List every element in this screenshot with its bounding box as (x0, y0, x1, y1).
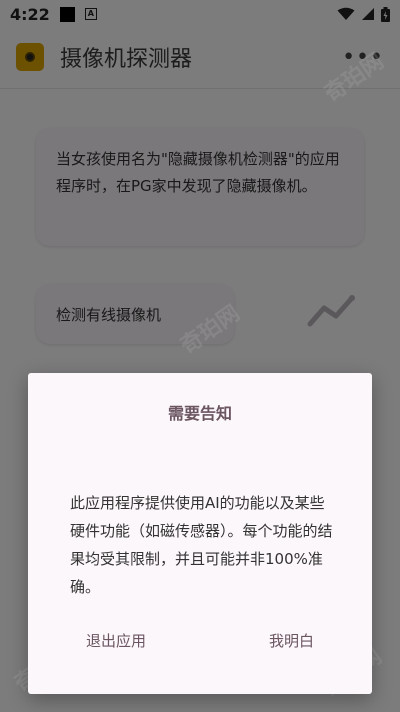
dialog-title: 需要告知 (167, 404, 232, 423)
exit-app-button[interactable]: 退出应用 (86, 630, 146, 651)
dialog-body: 此应用程序提供使用AI的功能以及某些硬件功能（如磁传感器）。每个功能的结果均受其… (70, 494, 333, 596)
i-understand-button[interactable]: 我明白 (269, 630, 314, 651)
notice-dialog: 需要告知 此应用程序提供使用AI的功能以及某些硬件功能（如磁传感器）。每个功能的… (28, 373, 372, 694)
